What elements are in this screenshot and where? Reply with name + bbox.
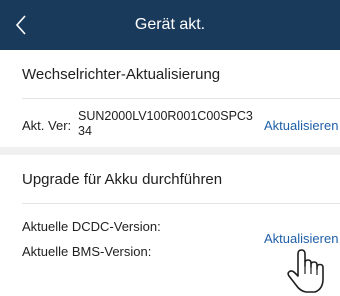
current-version-value: SUN2000LV100R001C00SPC3 (78, 109, 253, 123)
app-header: Gerät akt. (0, 0, 340, 50)
update-device-screen: Gerät akt. Wechselrichter-Aktualisierung… (0, 0, 340, 296)
page-title: Gerät akt. (134, 16, 206, 33)
section-separator (0, 147, 340, 155)
dcdc-version-label: Aktuelle DCDC-Version: (22, 219, 161, 234)
current-version-value-cont: 34 (78, 124, 92, 138)
inverter-update-link[interactable]: Aktualisieren (264, 118, 338, 133)
bms-version-label: Aktuelle BMS-Version: (22, 244, 152, 259)
battery-upgrade-heading: Upgrade für Akku durchführen (22, 170, 223, 188)
current-version-label: Akt. Ver: (22, 118, 72, 133)
back-button[interactable] (10, 14, 32, 36)
chevron-left-icon (15, 15, 26, 35)
divider (22, 98, 340, 99)
hand-pointer-icon (287, 249, 324, 293)
divider (22, 203, 340, 204)
inverter-update-heading: Wechselrichter-Aktualisierung (22, 65, 221, 83)
